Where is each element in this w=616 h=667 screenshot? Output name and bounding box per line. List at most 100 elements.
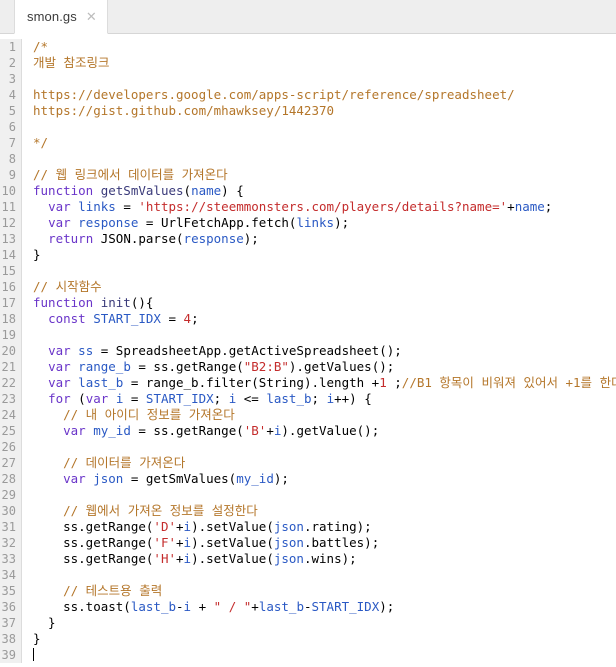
code-token-pl: - — [176, 599, 184, 614]
code-line[interactable]: */ — [33, 135, 616, 151]
code-line[interactable] — [33, 567, 616, 583]
code-line[interactable] — [33, 439, 616, 455]
code-token-com: */ — [33, 135, 49, 150]
code-line[interactable]: var links = 'https://steemmonsters.com/p… — [33, 199, 616, 215]
line-number: 25 — [1, 424, 16, 438]
code-line[interactable] — [33, 487, 616, 503]
code-line[interactable] — [33, 151, 616, 167]
code-token-kw: function — [33, 183, 101, 198]
code-token-var: links — [78, 199, 116, 214]
code-line[interactable]: return JSON.parse(response); — [33, 231, 616, 247]
code-token-kw: var — [48, 215, 79, 230]
close-icon[interactable]: ✕ — [86, 10, 97, 23]
code-line[interactable]: } — [33, 615, 616, 631]
code-token-var: my_id — [236, 471, 274, 486]
code-line[interactable]: https://gist.github.com/mhawksey/1442370 — [33, 103, 616, 119]
line-number: 23 — [1, 392, 16, 406]
code-line[interactable]: } — [33, 247, 616, 263]
line-number: 2 — [8, 56, 16, 70]
code-token-pl: ; — [213, 391, 229, 406]
line-number: 35 — [1, 584, 16, 598]
code-line[interactable]: function getSmValues(name) { — [33, 183, 616, 199]
code-token-com: //B1 항목이 비워져 있어서 +1를 한다 — [401, 375, 616, 390]
line-number: 34 — [1, 568, 16, 582]
line-number: 4 — [8, 88, 16, 102]
code-token-var: json — [93, 471, 124, 486]
code-line[interactable]: // 테스트용 출력 — [33, 583, 616, 599]
code-token-com: // 웹에서 가져온 정보를 설정한다 — [63, 503, 258, 518]
code-token-com: // 데이터를 가져온다 — [63, 455, 186, 470]
code-line[interactable] — [33, 71, 616, 87]
code-line[interactable]: } — [33, 631, 616, 647]
tab-smon-gs[interactable]: smon.gs ✕ — [14, 0, 108, 34]
code-line[interactable]: ss.toast(last_b-i + " / "+last_b-START_I… — [33, 599, 616, 615]
code-token-var: START_IDX — [145, 391, 214, 406]
line-number: 22 — [1, 376, 16, 390]
code-line[interactable]: const START_IDX = 4; — [33, 311, 616, 327]
line-number: 21 — [1, 360, 16, 374]
code-token-pl: } — [33, 247, 41, 262]
code-token-var: my_id — [93, 423, 131, 438]
line-number: 28 — [1, 472, 16, 486]
line-number: 8 — [8, 152, 16, 166]
line-number: 19 — [1, 328, 16, 342]
code-line[interactable]: // 웹에서 가져온 정보를 설정한다 — [33, 503, 616, 519]
line-number: 37 — [1, 616, 16, 630]
code-line[interactable] — [33, 119, 616, 135]
code-line[interactable] — [33, 263, 616, 279]
code-line[interactable]: https://developers.google.com/apps-scrip… — [33, 87, 616, 103]
code-token-kw: var — [63, 471, 94, 486]
code-token-pl: = — [123, 391, 146, 406]
code-token-pl: <= — [236, 391, 267, 406]
code-line[interactable]: for (var i = START_IDX; i <= last_b; i++… — [33, 391, 616, 407]
code-line[interactable]: var range_b = ss.getRange("B2:B").getVal… — [33, 359, 616, 375]
code-token-var: ss — [78, 343, 94, 358]
code-line[interactable]: 개발 참조링크 — [33, 55, 616, 71]
code-token-pl: ; — [311, 391, 327, 406]
code-token-kw: var — [48, 359, 79, 374]
code-token-pl: ).setValue( — [191, 519, 274, 534]
code-line[interactable] — [33, 647, 616, 663]
code-token-kw: var — [48, 375, 79, 390]
code-line[interactable]: var my_id = ss.getRange('B'+i).getValue(… — [33, 423, 616, 439]
code-token-str: 'F' — [153, 535, 176, 550]
code-token-pl: = SpreadsheetApp.getActiveSpreadsheet(); — [93, 343, 402, 358]
code-token-str: " / " — [213, 599, 252, 614]
code-line[interactable] — [33, 327, 616, 343]
code-line[interactable]: var last_b = range_b.filter(String).leng… — [33, 375, 616, 391]
code-line[interactable]: ss.getRange('D'+i).setValue(json.rating)… — [33, 519, 616, 535]
line-number: 18 — [1, 312, 16, 326]
code-token-var: i — [183, 535, 192, 550]
code-token-pl: + — [176, 551, 184, 566]
code-token-pl: + — [191, 599, 214, 614]
code-line[interactable]: // 시작함수 — [33, 279, 616, 295]
code-line[interactable]: ss.getRange('H'+i).setValue(json.wins); — [33, 551, 616, 567]
code-line[interactable]: ss.getRange('F'+i).setValue(json.battles… — [33, 535, 616, 551]
code-token-pl: ss.getRange( — [33, 519, 154, 534]
line-number: 32 — [1, 536, 16, 550]
code-editor[interactable]: 1 2 3 4 5 6 7 8 9 10 11 12 13 14 15 16 17 18 19 20 21 22 23 24 2… — [0, 34, 616, 667]
code-line[interactable]: // 웹 링크에서 데이터를 가져온다 — [33, 167, 616, 183]
code-line[interactable]: var response = UrlFetchApp.fetch(links); — [33, 215, 616, 231]
code-token-com: // 내 아이디 정보를 가져온다 — [63, 407, 235, 422]
code-line[interactable]: /* — [33, 39, 616, 55]
code-line[interactable]: // 내 아이디 정보를 가져온다 — [33, 407, 616, 423]
code-token-pl: ).setValue( — [191, 551, 274, 566]
code-line[interactable]: var json = getSmValues(my_id); — [33, 471, 616, 487]
code-token-kw: var — [48, 343, 79, 358]
line-number: 39 — [1, 648, 16, 662]
code-lines[interactable]: /* 개발 참조링크 https://developers.google.com/a… — [22, 39, 616, 663]
code-token-pl: ++) { — [334, 391, 372, 406]
code-line[interactable]: // 데이터를 가져온다 — [33, 455, 616, 471]
code-token-kw: const — [48, 311, 94, 326]
code-line[interactable]: var ss = SpreadsheetApp.getActiveSpreads… — [33, 343, 616, 359]
code-token-var: i — [183, 519, 192, 534]
code-token-pl: ss.toast( — [33, 599, 131, 614]
code-line[interactable]: function init(){ — [33, 295, 616, 311]
code-token-pl: ); — [273, 471, 289, 486]
